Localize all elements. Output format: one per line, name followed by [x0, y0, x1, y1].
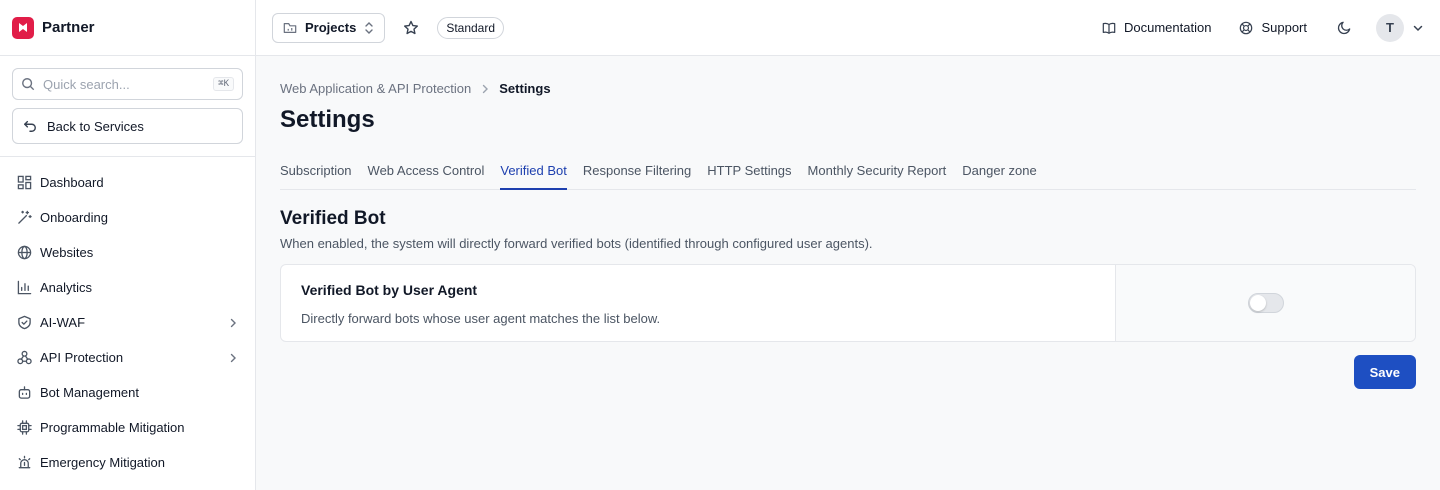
projects-selector[interactable]: Projects: [272, 12, 386, 43]
sidebar-item-label: Programmable Mitigation: [40, 420, 185, 435]
quick-search-input[interactable]: Quick search... ⌘K: [12, 68, 243, 100]
documentation-link[interactable]: Documentation: [1102, 20, 1211, 35]
globe-icon: [16, 245, 32, 261]
sidebar-item-analytics[interactable]: Analytics: [8, 270, 247, 305]
chevron-right-icon: [227, 317, 239, 329]
toggle-knob: [1249, 295, 1266, 311]
brand-name: Partner: [42, 19, 95, 36]
sidebar-item-label: Onboarding: [40, 210, 108, 225]
sidebar-item-label: Dashboard: [40, 175, 104, 190]
sidebar-item-emergency-mitigation[interactable]: Emergency Mitigation: [8, 445, 247, 480]
breadcrumb: Web Application & API Protection Setting…: [280, 81, 1416, 96]
support-link[interactable]: Support: [1239, 20, 1307, 35]
back-to-services-label: Back to Services: [47, 118, 144, 134]
tab-http-settings[interactable]: HTTP Settings: [707, 156, 791, 190]
siren-icon: [16, 455, 32, 471]
tab-monthly-security-report[interactable]: Monthly Security Report: [808, 156, 947, 190]
sidebar: Partner Quick search... ⌘K Back to Servi…: [0, 0, 256, 490]
plan-badge: Standard: [437, 16, 505, 39]
lifebuoy-icon: [1239, 21, 1253, 35]
page-title: Settings: [280, 106, 375, 133]
tab-subscription[interactable]: Subscription: [280, 156, 352, 190]
theme-toggle-moon-icon[interactable]: [1337, 20, 1352, 35]
shield-icon: [16, 315, 32, 331]
search-icon: [21, 77, 35, 91]
sidebar-item-label: API Protection: [40, 350, 124, 365]
back-to-services-button[interactable]: Back to Services: [12, 108, 243, 144]
projects-label: Projects: [305, 20, 357, 35]
tab-response-filtering[interactable]: Response Filtering: [583, 156, 691, 190]
sidebar-item-label: Bot Management: [40, 385, 140, 400]
undo-arrow-icon: [23, 119, 37, 133]
setting-title: Verified Bot by User Agent: [301, 282, 478, 298]
verified-bot-toggle[interactable]: [1247, 293, 1284, 313]
sidebar-item-websites[interactable]: Websites: [8, 235, 247, 270]
search-placeholder: Quick search...: [43, 76, 130, 92]
bar-chart-icon: [16, 280, 32, 296]
book-icon: [1102, 21, 1116, 35]
sidebar-item-label: Analytics: [40, 280, 93, 295]
breadcrumb-current: Settings: [499, 81, 551, 96]
webhook-icon: [16, 350, 32, 366]
dashboard-icon: [16, 175, 32, 191]
chevron-down-icon[interactable]: [1412, 22, 1424, 34]
bot-icon: [16, 385, 32, 401]
support-label: Support: [1261, 20, 1307, 35]
sidebar-item-dashboard[interactable]: Dashboard: [8, 165, 247, 200]
section-description: When enabled, the system will directly f…: [280, 236, 873, 251]
sidebar-nav: Dashboard Onboarding Websites Analytics …: [0, 157, 255, 488]
section-title: Verified Bot: [280, 208, 386, 229]
tab-verified-bot[interactable]: Verified Bot: [500, 156, 567, 190]
favorite-star-icon[interactable]: [403, 20, 419, 36]
documentation-label: Documentation: [1124, 20, 1212, 35]
verified-bot-setting-card: Verified Bot by User Agent Directly forw…: [280, 264, 1416, 342]
sidebar-item-ai-waf[interactable]: AI-WAF: [8, 305, 247, 340]
chevron-right-icon: [479, 83, 491, 95]
save-button[interactable]: Save: [1353, 355, 1416, 389]
search-shortcut: ⌘K: [213, 77, 234, 91]
chip-icon: [16, 420, 32, 436]
sidebar-item-label: Websites: [40, 245, 94, 260]
user-avatar[interactable]: T: [1376, 13, 1404, 42]
chevrons-up-down-icon: [364, 21, 374, 35]
sidebar-item-programmable-mitigation[interactable]: Programmable Mitigation: [8, 410, 247, 445]
brand-logo-icon: [12, 16, 34, 39]
sidebar-item-onboarding[interactable]: Onboarding: [8, 200, 247, 235]
wand-icon: [16, 210, 32, 226]
chevron-right-icon: [227, 352, 239, 364]
breadcrumb-parent-link[interactable]: Web Application & API Protection: [280, 81, 471, 96]
folder-icon: [283, 21, 297, 35]
brand[interactable]: Partner: [0, 0, 255, 56]
sidebar-item-label: AI-WAF: [40, 315, 86, 330]
settings-tabs: Subscription Web Access Control Verified…: [280, 156, 1416, 190]
sidebar-item-api-protection[interactable]: API Protection: [8, 340, 247, 375]
main-content: Web Application & API Protection Setting…: [256, 56, 1440, 490]
tab-danger-zone[interactable]: Danger zone: [962, 156, 1036, 190]
tab-web-access-control[interactable]: Web Access Control: [368, 156, 485, 190]
setting-description: Directly forward bots whose user agent m…: [301, 311, 661, 326]
top-header: Projects Standard Documentation Support …: [256, 0, 1440, 56]
sidebar-item-bot-management[interactable]: Bot Management: [8, 375, 247, 410]
sidebar-item-label: Emergency Mitigation: [40, 455, 165, 470]
